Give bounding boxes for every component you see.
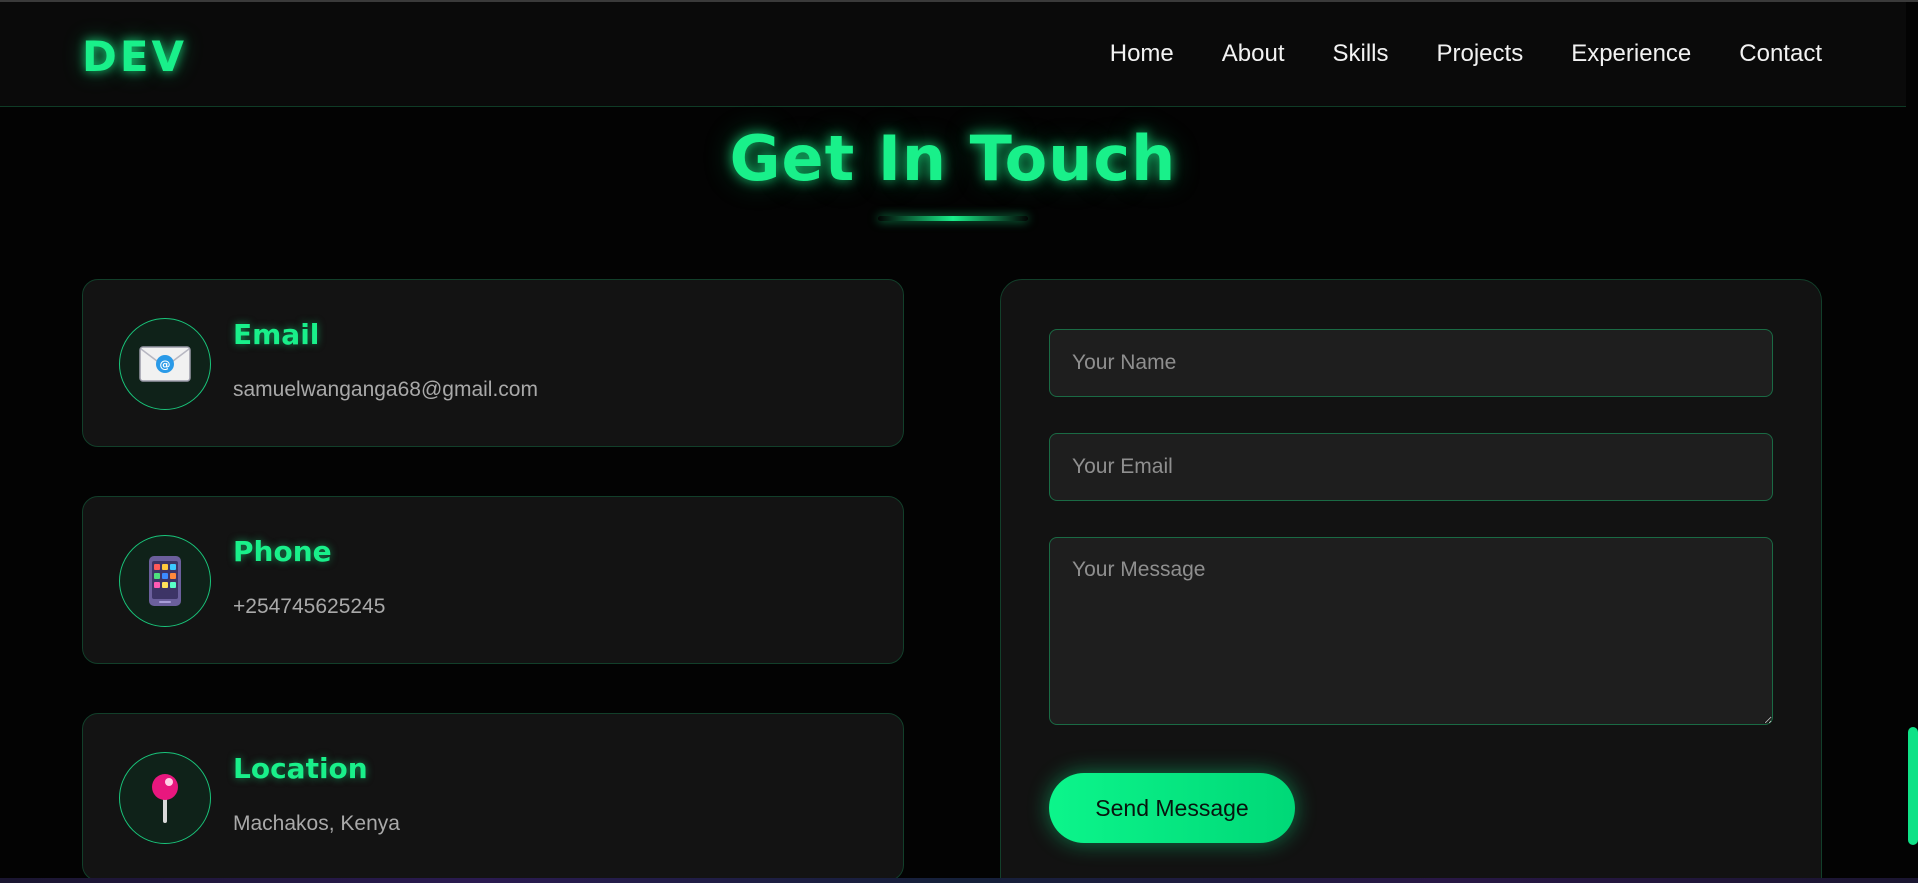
svg-text:@: @	[160, 358, 171, 371]
message-textarea[interactable]	[1049, 537, 1773, 725]
envelope-icon: @	[139, 346, 191, 382]
title-underline	[878, 216, 1028, 221]
send-message-button[interactable]: Send Message	[1049, 773, 1295, 843]
email-icon-circle: @	[119, 318, 211, 410]
navbar: DEV Home About Skills Projects Experienc…	[0, 2, 1906, 107]
scrollbar-thumb[interactable]	[1908, 727, 1918, 845]
email-value[interactable]: samuelwanganga68@gmail.com	[233, 378, 538, 402]
nav-link-experience[interactable]: Experience	[1571, 40, 1691, 68]
phone-card: Phone +254745625245	[82, 496, 904, 664]
location-icon-circle	[119, 752, 211, 844]
phone-title: Phone	[233, 535, 332, 568]
logo[interactable]: DEV	[82, 32, 187, 81]
section-title: Get In Touch	[729, 122, 1177, 195]
email-input[interactable]	[1049, 433, 1773, 501]
contact-form: Send Message	[1000, 279, 1822, 883]
nav-link-contact[interactable]: Contact	[1739, 40, 1822, 68]
nav-link-skills[interactable]: Skills	[1332, 40, 1388, 68]
location-title: Location	[233, 752, 368, 785]
nav-link-home[interactable]: Home	[1110, 40, 1174, 68]
bottom-glow	[0, 878, 1918, 883]
email-title: Email	[233, 318, 320, 351]
phone-value[interactable]: +254745625245	[233, 595, 385, 619]
nav-link-about[interactable]: About	[1222, 40, 1285, 68]
name-input[interactable]	[1049, 329, 1773, 397]
nav-link-projects[interactable]: Projects	[1437, 40, 1524, 68]
nav-links: Home About Skills Projects Experience Co…	[1110, 40, 1822, 68]
location-card: Location Machakos, Kenya	[82, 713, 904, 881]
email-card: @ Email samuelwanganga68@gmail.com	[82, 279, 904, 447]
mobile-phone-icon	[149, 556, 181, 606]
phone-icon-circle	[119, 535, 211, 627]
map-pin-icon	[152, 774, 178, 823]
location-value: Machakos, Kenya	[233, 812, 400, 835]
contact-page: DEV Home About Skills Projects Experienc…	[0, 0, 1918, 883]
